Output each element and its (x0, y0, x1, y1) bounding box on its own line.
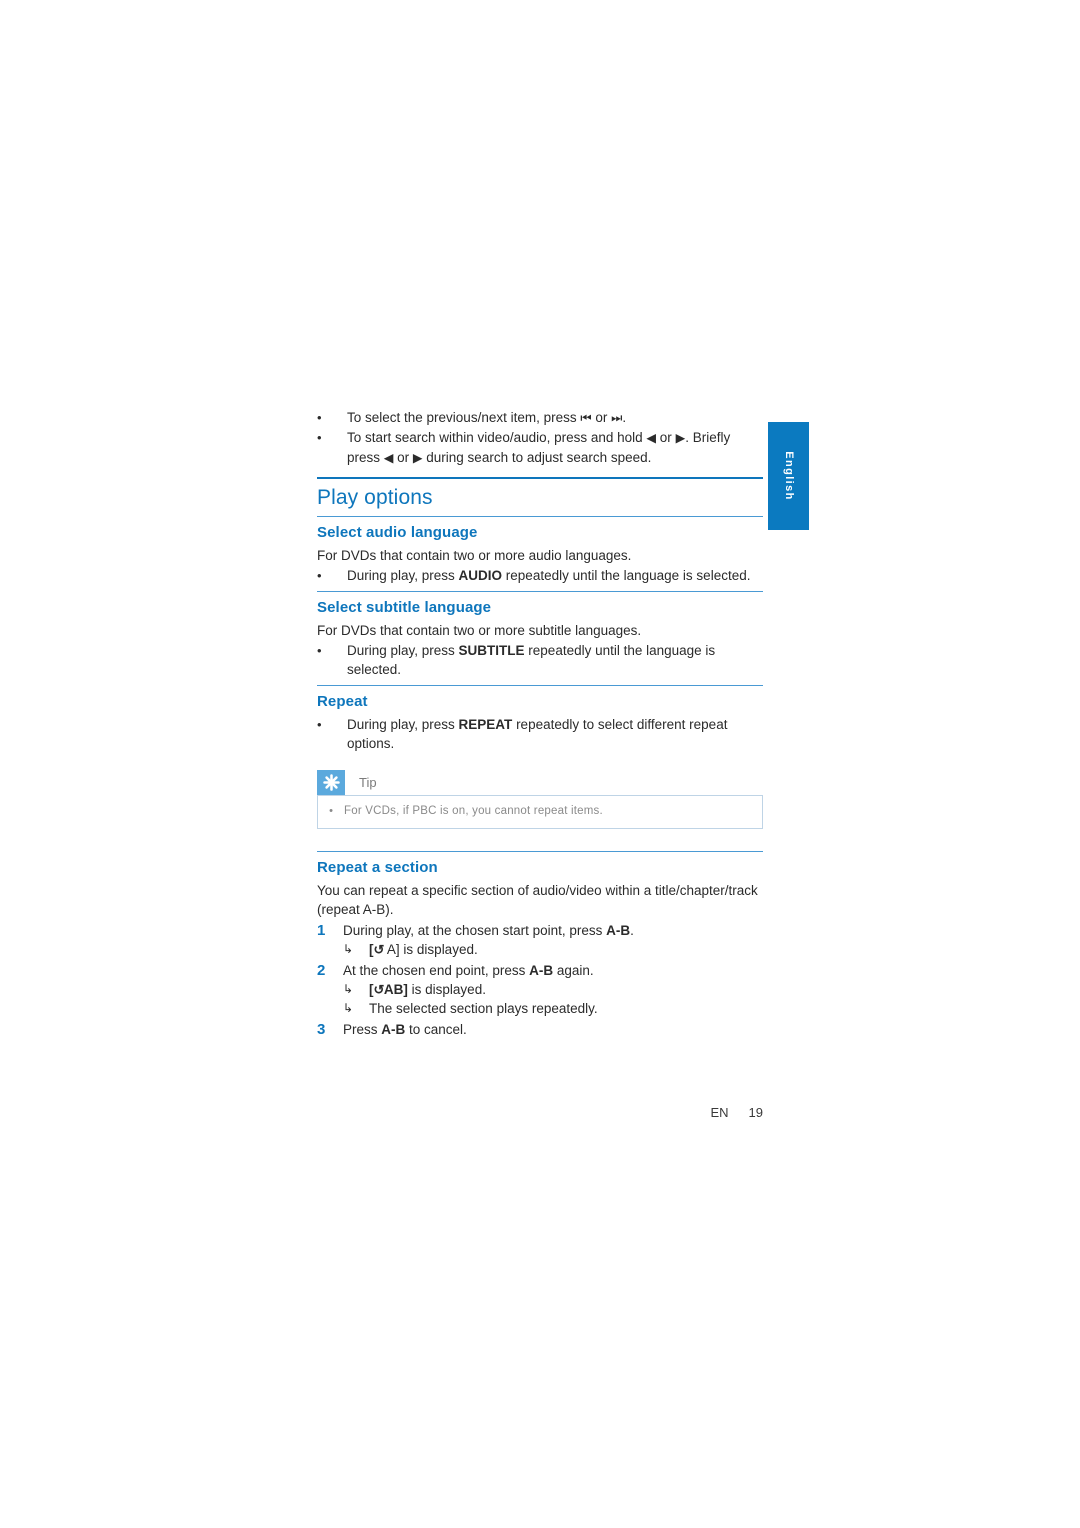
intro-bullet-2-text: To start search within video/audio, pres… (347, 430, 731, 465)
fast-forward-icon: ▶ (675, 431, 686, 445)
select-audio-language-intro: For DVDs that contain two or more audio … (317, 548, 632, 563)
bullet-dot-icon: • (317, 643, 322, 658)
select-subtitle-language-intro: For DVDs that contain two or more subtit… (317, 623, 642, 638)
list-item: 3 Press A-B to cancel. (317, 1020, 763, 1039)
heading-repeat: Repeat (317, 693, 368, 710)
page-title: Play options (317, 486, 433, 509)
step-text: During play, at the chosen start point, … (343, 923, 634, 938)
step-number: 3 (317, 1021, 326, 1038)
bullet-dot-icon: • (317, 717, 322, 732)
section-rule-bottom (317, 516, 763, 517)
section-rule-top (317, 477, 763, 479)
key-label-subtitle: SUBTITLE (458, 643, 525, 658)
rewind-icon: ◀ (383, 451, 394, 465)
step-result-text: The selected section plays repeatedly. (369, 1001, 598, 1016)
key-label-repeat: REPEAT (458, 717, 513, 732)
tip-bullet-text: For VCDs, if PBC is on, you cannot repea… (344, 805, 603, 817)
step-result: ↳ The selected section plays repeatedly. (343, 999, 763, 1018)
step-result: ↳ [↺AB] is displayed. (343, 980, 763, 999)
key-label-ab: A-B (606, 923, 631, 938)
page-number: 19 (748, 1105, 763, 1120)
language-tab-label: English (782, 451, 795, 501)
repeat-a-section-steps: 1 During play, at the chosen start point… (317, 921, 763, 1039)
page-content: • To select the previous/next item, pres… (317, 408, 763, 1039)
step-result: ↳ [↺ A] is displayed. (343, 940, 763, 959)
list-item: 1 During play, at the chosen start point… (317, 921, 763, 940)
repeat-loop-icon: ↺ (373, 942, 385, 957)
tip-box: Tip • For VCDs, if PBC is on, you cannot… (317, 770, 763, 829)
rule-above-subtitle (317, 591, 763, 592)
intro-bullet-list: • To select the previous/next item, pres… (317, 408, 763, 468)
list-item: • To start search within video/audio, pr… (317, 428, 763, 468)
key-label-ab: A-B (529, 963, 554, 978)
step-number: 2 (317, 962, 326, 979)
rule-above-repeat (317, 685, 763, 686)
rewind-icon: ◀ (646, 431, 657, 445)
skip-next-icon: ⏭ (611, 411, 623, 425)
list-item: • During play, press AUDIO repeatedly un… (317, 566, 763, 585)
footer-locale: EN (710, 1105, 729, 1120)
step-result-text: [↺ A] is displayed. (369, 942, 478, 957)
rule-above-repeat-a-section (317, 851, 763, 852)
step-text: Press A-B to cancel. (343, 1022, 467, 1037)
list-item: • During play, press SUBTITLE repeatedly… (317, 641, 763, 679)
step-text: At the chosen end point, press A-B again… (343, 963, 594, 978)
repeat-loop-icon: ↺ (373, 982, 385, 997)
select-subtitle-language-bullet: During play, press SUBTITLE repeatedly u… (347, 643, 716, 677)
key-label-audio: AUDIO (458, 568, 503, 583)
bullet-dot-icon: • (317, 410, 322, 425)
asterisk-icon (317, 770, 345, 795)
list-item: • During play, press REPEAT repeatedly t… (317, 715, 763, 753)
bullet-dot-icon: • (317, 430, 322, 445)
heading-select-subtitle-language: Select subtitle language (317, 599, 492, 616)
tip-header: Tip (317, 770, 763, 795)
tip-label: Tip (359, 775, 377, 790)
step-result-text: [↺AB] is displayed. (369, 982, 486, 997)
select-audio-language-bullet: During play, press AUDIO repeatedly unti… (347, 568, 751, 583)
result-arrow-icon: ↳ (343, 942, 354, 956)
tip-body: • For VCDs, if PBC is on, you cannot rep… (317, 795, 763, 829)
step-number: 1 (317, 922, 326, 939)
result-arrow-icon: ↳ (343, 1001, 354, 1015)
manual-page: English • To select the previous/next it… (0, 0, 1080, 1528)
list-item: • To select the previous/next item, pres… (317, 408, 763, 428)
language-tab: English (768, 422, 809, 530)
skip-previous-icon: ⏮ (580, 411, 592, 425)
key-label-ab: A-B (381, 1022, 406, 1037)
heading-select-audio-language: Select audio language (317, 524, 478, 541)
intro-bullet-1-text: To select the previous/next item, press … (347, 410, 627, 425)
list-item: 2 At the chosen end point, press A-B aga… (317, 961, 763, 980)
repeat-bullet: During play, press REPEAT repeatedly to … (347, 717, 728, 751)
page-footer: EN 19 (317, 1105, 763, 1120)
repeat-a-section-intro: You can repeat a specific section of aud… (317, 883, 758, 917)
bullet-dot-icon: • (329, 805, 333, 817)
fast-forward-icon: ▶ (412, 451, 423, 465)
bullet-dot-icon: • (317, 568, 322, 583)
heading-repeat-a-section: Repeat a section (317, 859, 438, 876)
result-arrow-icon: ↳ (343, 982, 354, 996)
